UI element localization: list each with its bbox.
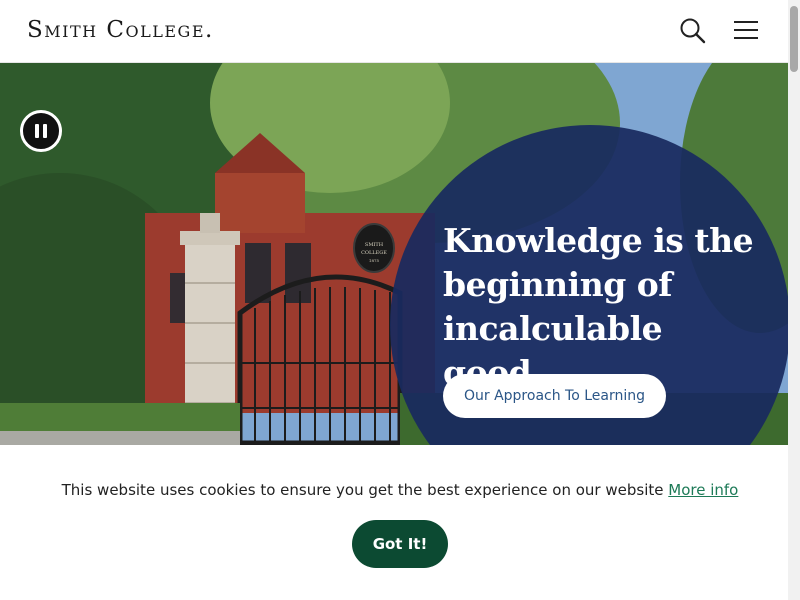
pause-video-button[interactable] bbox=[20, 110, 62, 152]
hamburger-menu-icon bbox=[734, 21, 758, 39]
gate-sign-line3: 1875 bbox=[369, 258, 380, 263]
approach-to-learning-button[interactable]: Our Approach To Learning bbox=[443, 374, 666, 418]
page-scrollbar[interactable] bbox=[788, 0, 800, 600]
gate-sign-line2: COLLEGE bbox=[361, 250, 387, 256]
more-info-link[interactable]: More info bbox=[668, 481, 738, 499]
gate-sign-line1: SMITH bbox=[365, 242, 384, 248]
logo-text: Smith College bbox=[27, 17, 206, 43]
hero-headline: Knowledge is the beginning of incalculab… bbox=[443, 219, 763, 395]
search-icon bbox=[680, 18, 706, 44]
logo-dot: . bbox=[205, 17, 214, 43]
cookie-banner: This website uses cookies to ensure you … bbox=[0, 445, 788, 600]
cookie-message-text: This website uses cookies to ensure you … bbox=[61, 481, 664, 499]
smith-college-logo[interactable]: Smith College. bbox=[27, 16, 214, 44]
hero-banner: SMITH COLLEGE 1875 Knowledge is the begi… bbox=[0, 63, 788, 445]
accept-cookies-button[interactable]: Got It! bbox=[352, 520, 448, 568]
search-button[interactable] bbox=[678, 16, 708, 46]
menu-button[interactable] bbox=[732, 16, 762, 46]
headline-line-1: Knowledge is the bbox=[443, 221, 754, 260]
cookie-message: This website uses cookies to ensure you … bbox=[0, 481, 800, 499]
headline-line-2: beginning of bbox=[443, 265, 672, 304]
site-header: Smith College. bbox=[0, 0, 788, 63]
scrollbar-thumb[interactable] bbox=[790, 6, 798, 72]
